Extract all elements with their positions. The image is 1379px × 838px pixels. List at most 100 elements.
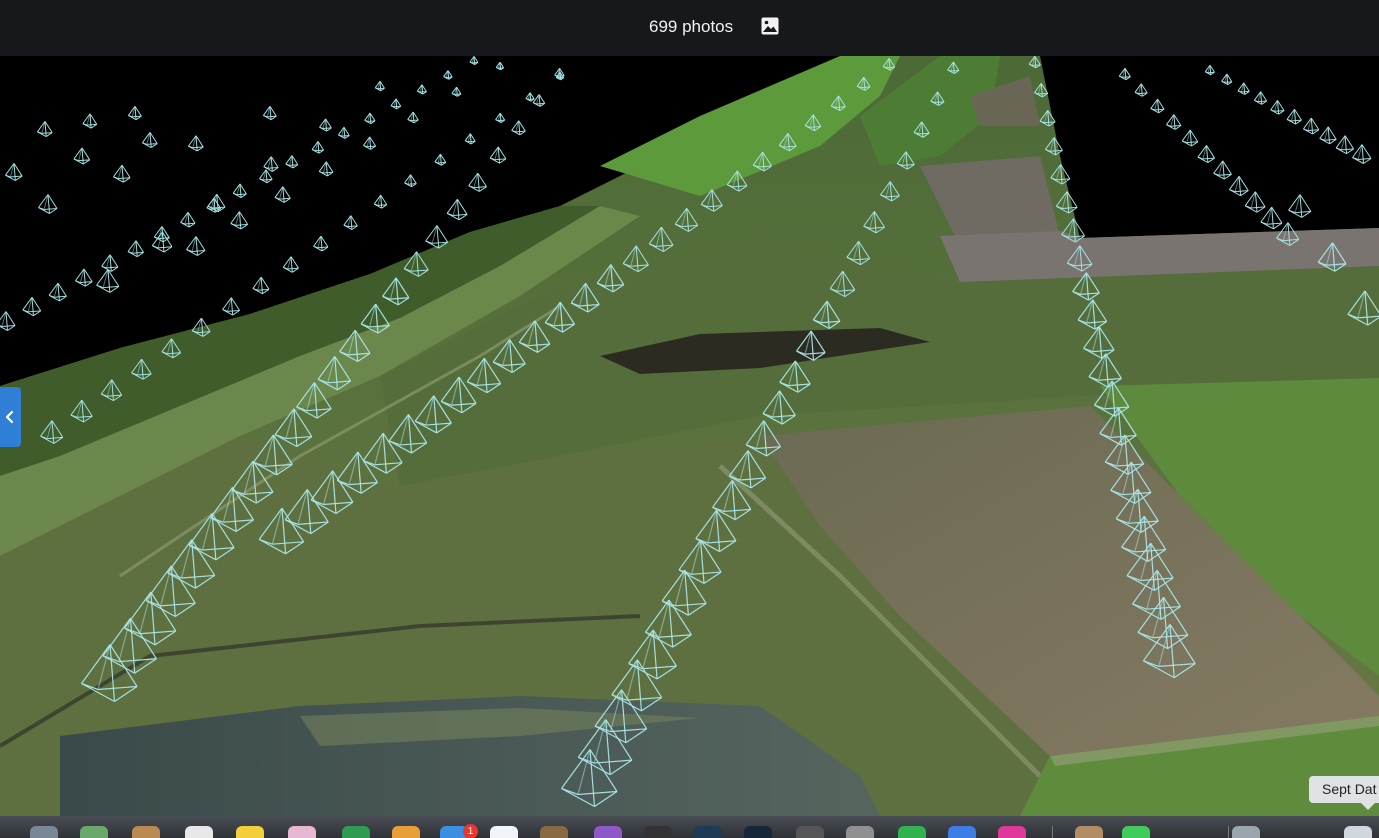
camera-frustum-icon — [882, 58, 896, 71]
dock-app-19[interactable] — [948, 826, 976, 838]
camera-frustum-icon — [443, 70, 453, 80]
dock-app-18[interactable] — [898, 826, 926, 838]
camera-frustum-icon — [5, 163, 23, 181]
dock: 1 — [0, 816, 1379, 838]
camera-frustum-icon — [674, 208, 699, 232]
camera-frustum-icon — [440, 376, 477, 414]
camera-frustum-icon — [511, 120, 526, 136]
image-icon[interactable] — [761, 17, 779, 35]
dock-app-23[interactable] — [1232, 826, 1260, 838]
camera-frustum-icon — [363, 136, 377, 150]
camera-frustum-icon — [1352, 144, 1372, 164]
dock-app-10[interactable] — [490, 826, 518, 838]
top-bar: 699 photos — [0, 0, 1379, 56]
camera-frustum-icon — [230, 211, 249, 230]
dock-app-1[interactable] — [30, 826, 58, 838]
camera-frustum-icon — [596, 264, 625, 293]
dock-app-22[interactable] — [1122, 826, 1150, 838]
camera-frustum-icon — [40, 420, 64, 444]
camera-frustum-icon — [1134, 83, 1148, 97]
camera-frustum-icon — [1319, 126, 1337, 145]
dock-app-12[interactable] — [594, 826, 622, 838]
camera-frustum-icon — [779, 360, 811, 393]
camera-frustum-icon — [846, 241, 871, 266]
camera-frustum-icon — [1288, 194, 1312, 218]
layer-label-pointer — [1361, 803, 1375, 810]
camera-frustum-icon — [319, 118, 332, 132]
camera-frustum-icon — [113, 164, 131, 183]
dock-app-20[interactable] — [998, 826, 1026, 838]
camera-frustum-icon — [726, 170, 748, 192]
camera-frustum-icon — [464, 133, 476, 145]
dock-app-8[interactable] — [392, 826, 420, 838]
camera-frustum-icon — [274, 408, 313, 448]
camera-frustum-icon — [282, 256, 299, 273]
camera-positions — [0, 56, 1379, 808]
collapse-panel-button[interactable] — [0, 387, 21, 447]
camera-frustum-icon — [373, 194, 388, 209]
camera-frustum-icon — [1286, 108, 1302, 125]
camera-frustum-icon — [492, 339, 526, 373]
camera-frustum-icon — [745, 420, 782, 457]
camera-frustum-icon — [161, 338, 182, 359]
dock-app-24[interactable] — [1344, 826, 1372, 838]
camera-frustum-icon — [404, 174, 417, 188]
dock-app-17[interactable] — [846, 826, 874, 838]
camera-frustum-icon — [407, 111, 419, 124]
camera-frustum-icon — [1276, 222, 1300, 246]
camera-frustum-icon — [1335, 135, 1355, 155]
camera-frustum-icon — [1061, 218, 1086, 243]
camera-frustum-icon — [700, 189, 723, 212]
dock-app-13[interactable] — [644, 826, 672, 838]
camera-frustum-icon — [232, 183, 247, 198]
camera-frustum-icon — [186, 236, 206, 256]
camera-frustum-icon — [127, 240, 144, 258]
camera-frustum-icon — [48, 282, 67, 302]
camera-frustum-icon — [622, 245, 649, 273]
camera-frustum-icon — [1118, 68, 1131, 81]
camera-frustum-icon — [74, 268, 93, 287]
camera-frustum-icon — [1253, 91, 1268, 105]
camera-frustum-icon — [296, 382, 332, 419]
dock-app-7[interactable] — [342, 826, 370, 838]
camera-frustum-icon — [796, 330, 826, 361]
camera-frustum-icon — [1055, 191, 1078, 214]
camera-frustum-icon — [96, 269, 120, 293]
dock-app-5[interactable] — [236, 826, 264, 838]
camera-frustum-icon — [451, 86, 462, 97]
dock-app-16[interactable] — [796, 826, 824, 838]
layer-label[interactable]: Sept Dat — [1309, 776, 1379, 803]
camera-frustum-icon — [100, 379, 123, 402]
camera-frustum-icon — [930, 91, 945, 106]
camera-frustum-icon — [22, 297, 42, 317]
camera-frustum-icon — [1150, 98, 1165, 114]
camera-frustum-icon — [762, 390, 796, 425]
camera-frustum-icon — [644, 599, 692, 648]
camera-frustum-icon — [187, 135, 204, 152]
camera-frustum-icon — [1260, 206, 1283, 230]
dock-app-21[interactable] — [1075, 826, 1103, 838]
dock-app-3[interactable] — [132, 826, 160, 838]
dock-app-2[interactable] — [80, 826, 108, 838]
camera-frustum-icon — [1317, 242, 1347, 272]
dock-app-15[interactable] — [744, 826, 772, 838]
dock-app-14[interactable] — [694, 826, 722, 838]
photo-count-label: 699 photos — [649, 17, 734, 36]
camera-frustum-icon — [374, 80, 385, 92]
camera-frustum-icon — [1066, 245, 1093, 272]
camera-frustum-icon — [258, 507, 305, 555]
camera-frustum-icon — [414, 395, 452, 434]
dock-app-6[interactable] — [288, 826, 316, 838]
map-3d-viewport[interactable] — [0, 56, 1379, 816]
dock-app-4[interactable] — [185, 826, 213, 838]
camera-frustum-icon — [1088, 353, 1122, 388]
camera-frustum-icon — [1347, 290, 1379, 326]
camera-frustum-icon — [1093, 380, 1130, 417]
dock-app-11[interactable] — [540, 826, 568, 838]
camera-frustum-icon — [425, 225, 449, 249]
camera-frustum-icon — [1045, 137, 1063, 156]
camera-frustum-icon — [222, 297, 240, 316]
camera-frustum-icon — [863, 211, 885, 234]
camera-frustum-icon — [1229, 176, 1249, 197]
camera-frustum-icon — [70, 399, 93, 423]
